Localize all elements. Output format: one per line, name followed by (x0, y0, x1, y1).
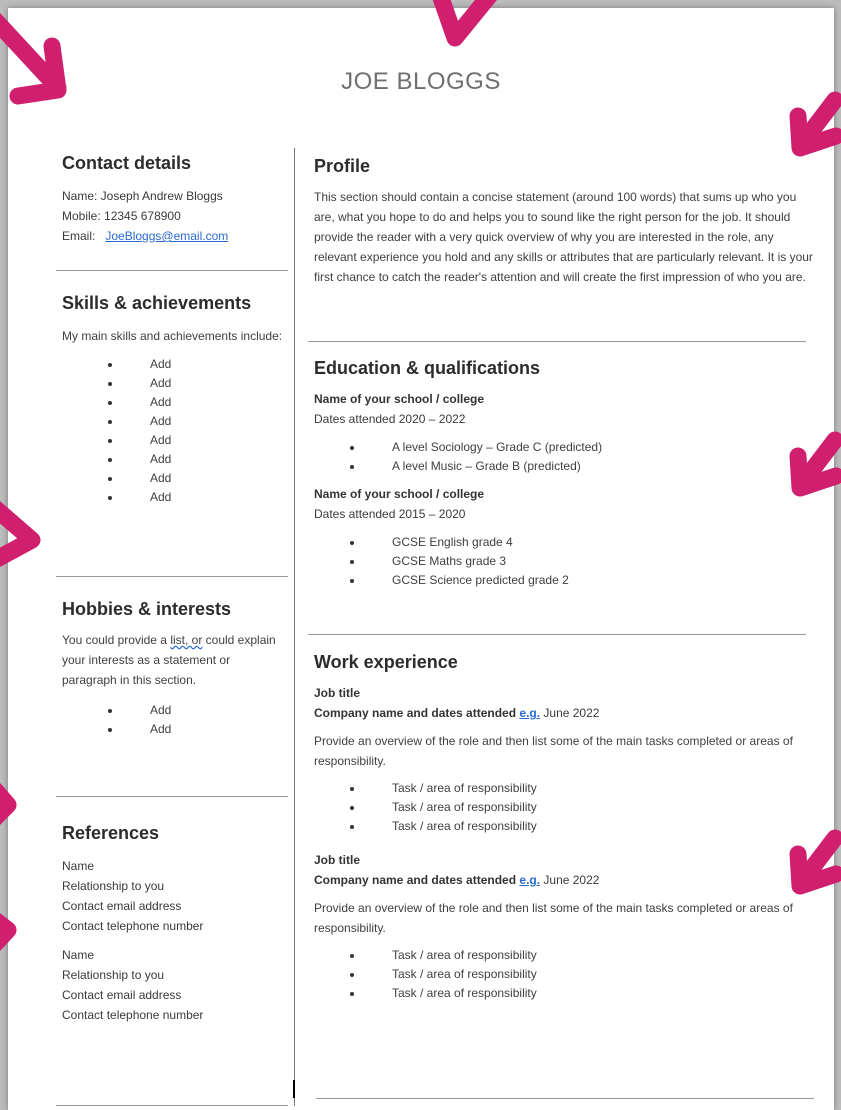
arrow-icon (0, 913, 17, 951)
decorative-arrows (0, 0, 841, 951)
arrow-icon (789, 431, 841, 497)
arrow-icon (0, 501, 41, 567)
arrow-icon (789, 91, 841, 157)
arrow-icon (0, 13, 67, 105)
arrow-icon (432, 0, 497, 47)
arrow-icon (789, 829, 841, 895)
arrow-icon (0, 783, 17, 825)
